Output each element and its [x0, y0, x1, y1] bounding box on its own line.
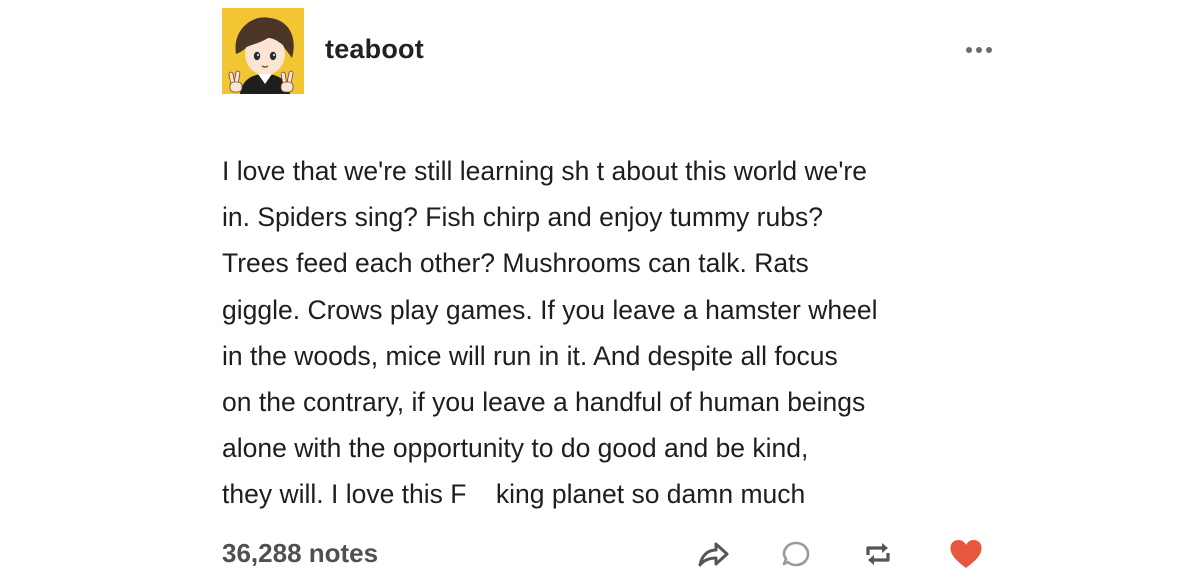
post-body-line: in the woods, mice will run in it. And d…	[222, 340, 838, 371]
post-body-line: on the contrary, if you leave a handful …	[222, 387, 866, 418]
post-body-line: they will. I love this F king planet so …	[222, 479, 806, 510]
notes-count[interactable]: 36,288 notes	[222, 538, 378, 569]
reblog-arrows-icon	[866, 543, 890, 565]
post-body-line: giggle. Crows play games. If you leave a…	[222, 294, 878, 325]
speech-bubble-icon	[782, 541, 810, 567]
post-body-line: alone with the opportunity to do good an…	[222, 433, 809, 464]
more-options-icon[interactable]	[966, 44, 1002, 56]
dot-icon	[986, 47, 992, 53]
user-avatar[interactable]	[222, 8, 304, 94]
heart-icon[interactable]	[944, 532, 988, 576]
share-icon[interactable]	[691, 532, 735, 576]
like-heart-icon	[950, 540, 982, 568]
post-body-line: I love that we're still learning sh t ab…	[222, 156, 867, 186]
dot-icon	[966, 47, 972, 53]
reply-icon[interactable]	[774, 532, 818, 576]
avatar-illustration-icon	[222, 8, 304, 94]
post-body: I love that we're still learning sh t ab…	[222, 148, 1012, 518]
post-body-line: Trees feed each other? Mushrooms can tal…	[222, 248, 809, 279]
post-username[interactable]: teaboot	[325, 34, 424, 65]
post-body-line: in. Spiders sing? Fish chirp and enjoy t…	[222, 202, 823, 233]
tumblr-post: teaboot I love that we're still learning…	[0, 0, 1200, 580]
dot-icon	[976, 47, 982, 53]
reblog-icon[interactable]	[856, 532, 900, 576]
share-arrow-icon	[698, 542, 729, 567]
